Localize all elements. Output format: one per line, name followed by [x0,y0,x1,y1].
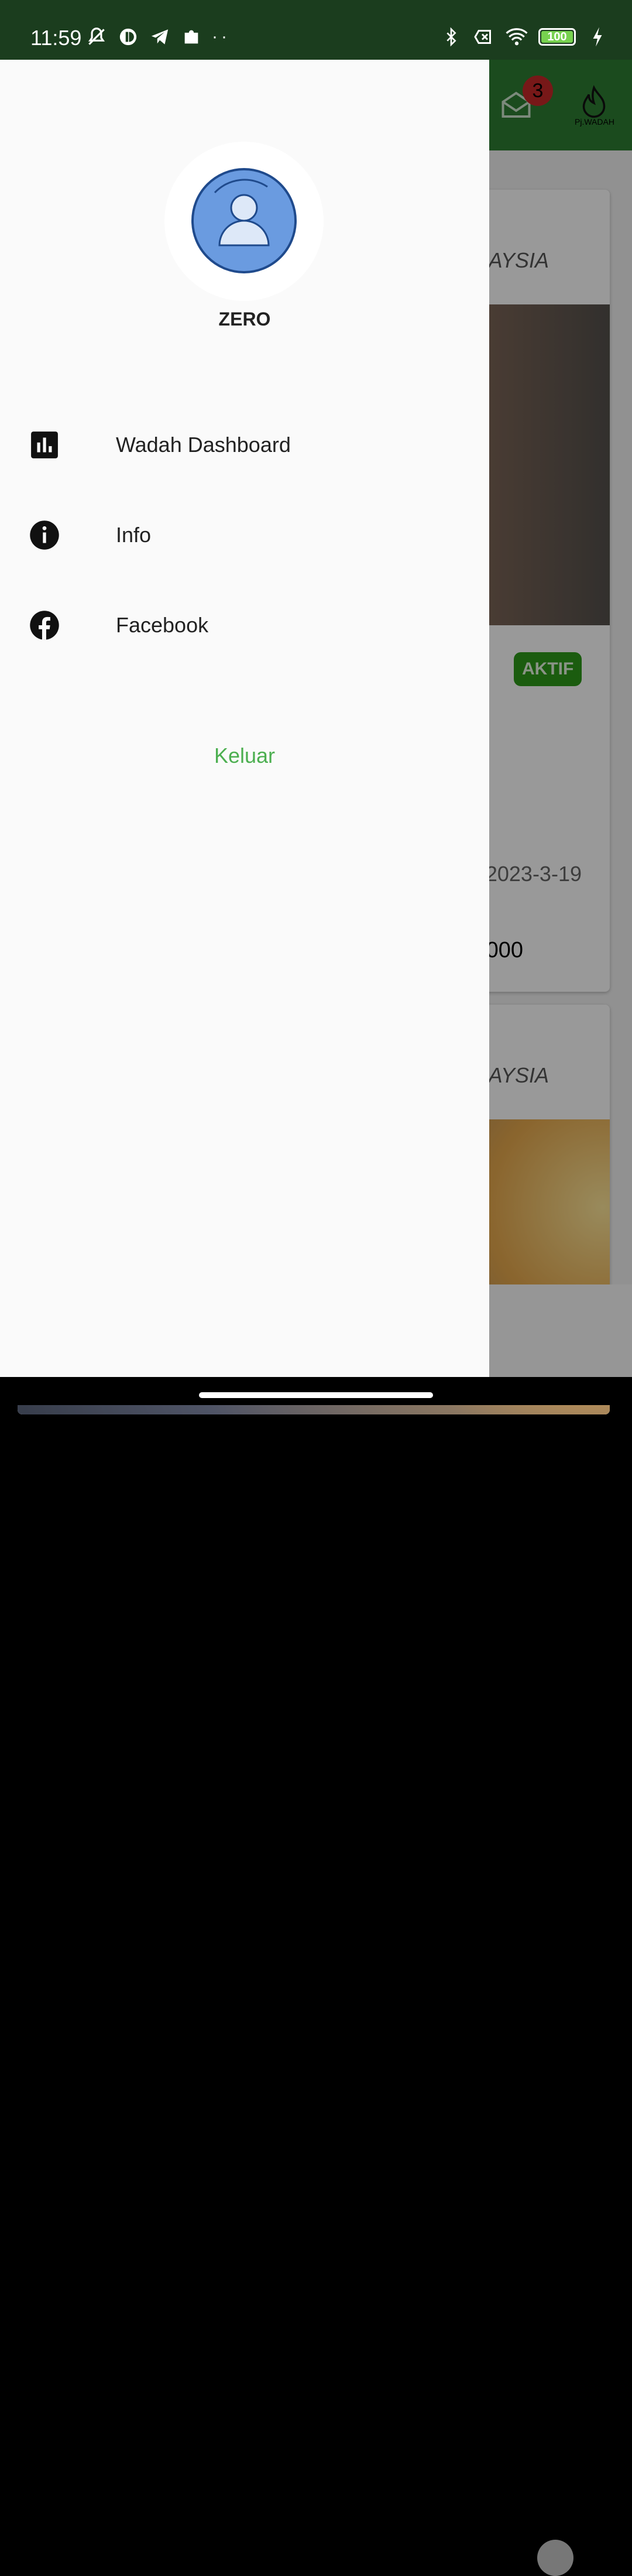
status-time: 11:59 [30,26,82,50]
bar-chart-icon [28,429,61,461]
menu-item-label: Wadah Dashboard [116,433,291,457]
info-icon [28,519,61,551]
logout-button[interactable]: Keluar [0,744,489,768]
menu-item-info[interactable]: Info [0,500,489,570]
telegram-icon [149,26,171,48]
charging-icon [586,26,609,48]
menu-item-label: Facebook [116,613,209,637]
mute-vibrate-icon [85,26,108,48]
status-left-icons: ·· [85,26,231,48]
facebook-icon [28,609,61,642]
wifi-icon [506,26,528,48]
system-navigation-bar [0,1377,632,1405]
home-gesture-handle[interactable] [199,1392,433,1398]
no-sim-icon [473,26,495,48]
navigation-drawer: ZERO Wadah Dashboard Info Facebook Kelua… [0,60,489,1377]
battery-level: 100 [547,30,567,43]
menu-item-facebook[interactable]: Facebook [0,590,489,660]
user-name: ZERO [218,309,271,330]
avatar[interactable] [191,168,297,273]
status-right-icons: 100 [440,26,609,48]
menu-item-label: Info [116,523,152,547]
status-bar: 11:59 ·· 100 [0,0,632,60]
profile-icon[interactable] [537,2540,573,2576]
more-notifications-dots: ·· [212,27,231,46]
battery-icon: 100 [538,28,576,46]
app-icon [117,26,139,48]
menu-item-wadah-dashboard[interactable]: Wadah Dashboard [0,410,489,480]
puzzle-icon [180,26,202,48]
bluetooth-icon [440,26,462,48]
